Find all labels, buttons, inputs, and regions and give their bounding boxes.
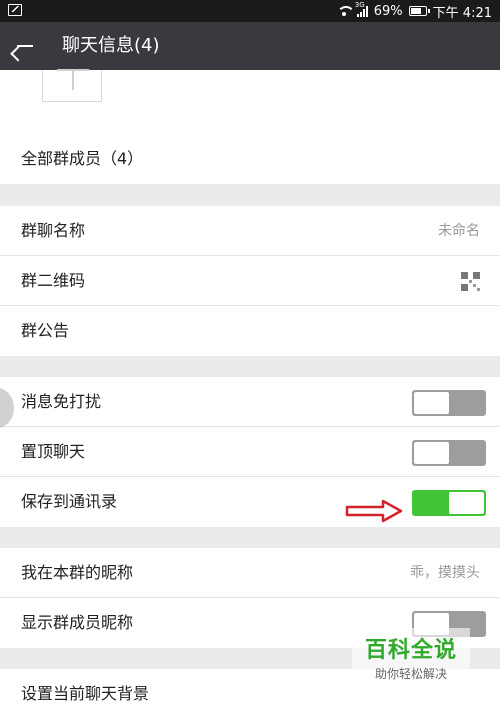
signal-icon: 3G [355, 1, 368, 17]
red-arrow-icon [345, 499, 403, 523]
mute-row: 消息免打扰 [0, 377, 500, 427]
gallery-icon [8, 4, 22, 16]
group-qr-label: 群二维码 [21, 271, 86, 290]
pin-chat-row: 置顶聊天 [0, 427, 500, 477]
all-members-label: 全部群成员（4） [21, 149, 144, 168]
battery-percent: 69% [373, 3, 403, 19]
wifi-icon [337, 6, 351, 16]
watermark-title: 百科全说 [364, 638, 457, 663]
chat-background-label: 设置当前聊天背景 [21, 684, 150, 703]
app-bar: 聊天信息(4) [0, 22, 500, 70]
group-name-value: 未命名 [438, 223, 480, 239]
qr-code-icon [461, 272, 480, 291]
group-announcement-row[interactable]: 群公告 [0, 306, 500, 356]
clock: 下午 4:21 [432, 5, 492, 21]
group-name-row[interactable]: 群聊名称 未命名 [0, 206, 500, 256]
pin-chat-toggle[interactable] [412, 440, 486, 466]
my-nickname-value: 乖，摸摸头 [410, 565, 480, 581]
my-nickname-row[interactable]: 我在本群的昵称 乖，摸摸头 [0, 548, 500, 598]
group-qr-row[interactable]: 群二维码 [0, 256, 500, 306]
group-name-label: 群聊名称 [21, 221, 86, 240]
watermark-logo: 百科全说 助你轻松解决 [352, 628, 470, 688]
mute-toggle[interactable] [412, 390, 486, 416]
network-type: 3G [354, 1, 365, 9]
my-nickname-label: 我在本群的昵称 [21, 563, 134, 582]
save-contacts-label: 保存到通讯录 [21, 492, 118, 511]
watermark-subtitle: 助你轻松解决 [374, 667, 447, 681]
page-title: 聊天信息(4) [62, 35, 160, 56]
group-announcement-label: 群公告 [21, 321, 70, 340]
mute-label: 消息免打扰 [21, 392, 102, 411]
show-nicknames-label: 显示群成员昵称 [21, 613, 134, 632]
save-contacts-row: 保存到通讯录 [0, 477, 500, 527]
battery-icon [408, 6, 430, 16]
save-contacts-toggle[interactable] [412, 490, 486, 516]
add-member-button[interactable] [42, 69, 102, 102]
back-arrow-icon[interactable] [14, 34, 38, 58]
status-bar: 3G 69% 下午 4:21 [0, 0, 500, 22]
pin-chat-label: 置顶聊天 [21, 442, 86, 461]
all-members-row[interactable]: 全部群成员（4） [0, 134, 500, 184]
